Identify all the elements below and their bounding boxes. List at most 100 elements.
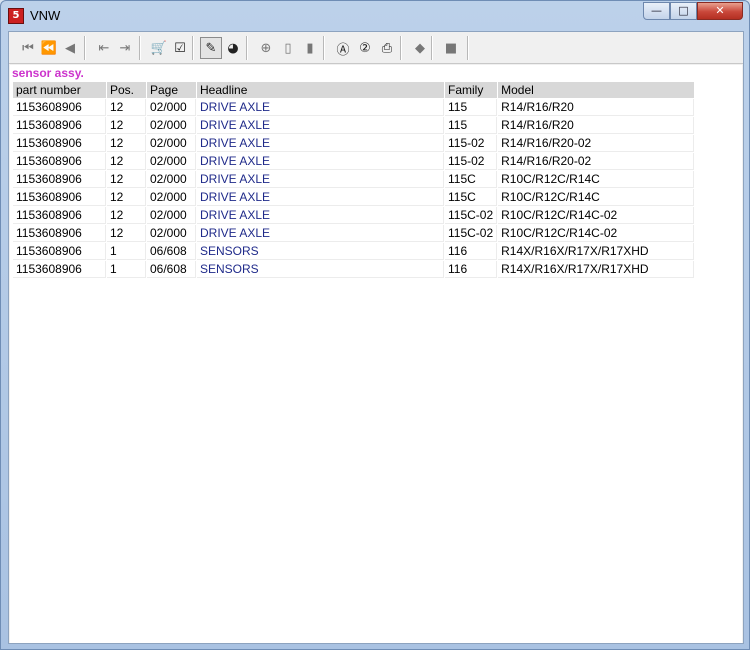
search-2-icon[interactable]: ② bbox=[354, 37, 376, 59]
table-row[interactable]: 1153608906 12 02/000 DRIVE AXLE 115C-02 R10C/… bbox=[13, 207, 695, 224]
col-headline-cell[interactable]: DRIVE AXLE bbox=[197, 117, 444, 134]
table-row[interactable]: 1153608906 12 02/000 DRIVE AXLE 115-02 R14/R1… bbox=[13, 153, 695, 170]
col-pos-cell: 1 bbox=[107, 261, 146, 278]
col-page-cell: 06/608 bbox=[147, 243, 196, 260]
col-page-cell: 02/000 bbox=[147, 99, 196, 116]
col-headline-header[interactable]: Headline bbox=[197, 82, 444, 98]
col-family-cell: 115C-02 bbox=[445, 207, 498, 224]
toolbar-separator bbox=[246, 36, 248, 60]
col-model-cell: R14/R16/R20-02 bbox=[498, 153, 695, 170]
col-headline-cell[interactable]: DRIVE AXLE bbox=[197, 135, 444, 152]
first-record-icon[interactable]: ⏮ bbox=[17, 37, 39, 59]
col-family-header[interactable]: Family bbox=[445, 82, 498, 98]
col-model-cell: R10C/R12C/R14C-02 bbox=[498, 207, 695, 224]
col-pos-cell: 1 bbox=[107, 243, 146, 260]
col-family-cell: 115-02 bbox=[445, 135, 498, 152]
col-family-cell: 115C bbox=[445, 171, 498, 188]
table-row[interactable]: 1153608906 12 02/000 DRIVE AXLE 115 R14/R16/R… bbox=[13, 99, 695, 116]
cart-icon[interactable]: 🛒 bbox=[148, 37, 170, 59]
col-page-cell: 02/000 bbox=[147, 189, 196, 206]
search-a-icon[interactable]: Ⓐ bbox=[332, 37, 354, 59]
toolbar-separator bbox=[139, 36, 141, 60]
col-part-number-cell: 1153608906 bbox=[13, 189, 106, 206]
col-model-cell: R14/R16/R20 bbox=[498, 117, 695, 134]
page-icon[interactable]: ▯ bbox=[277, 37, 299, 59]
col-family-cell: 115C-02 bbox=[445, 225, 498, 242]
col-headline-cell[interactable]: DRIVE AXLE bbox=[197, 171, 444, 188]
col-page-cell: 02/000 bbox=[147, 207, 196, 224]
close-button[interactable]: ✕ bbox=[697, 2, 743, 20]
col-headline-cell[interactable]: DRIVE AXLE bbox=[197, 99, 444, 116]
col-family-cell: 115 bbox=[445, 99, 498, 116]
table-row[interactable]: 1153608906 1 06/608 SENSORS 116 R14X/R16X/R17… bbox=[13, 243, 695, 260]
col-pos-cell: 12 bbox=[107, 117, 146, 134]
toolbar-separator bbox=[84, 36, 86, 60]
col-model-cell: R14X/R16X/R17X/R17XHD bbox=[498, 261, 695, 278]
zoom-in-icon[interactable]: ⊕ bbox=[255, 37, 277, 59]
app-icon[interactable]: 5 bbox=[8, 8, 24, 24]
table-row[interactable]: 1153608906 12 02/000 DRIVE AXLE 115C R10C/R12… bbox=[13, 189, 695, 206]
app-window: 5 VNW — □ ✕ ⏮ ⏪ ◀ ⇤ ⇥ 🛒 ☑ ✎ ◕ ⊕ ▯ ▮ Ⓐ ② ⎙ ◆ ■ sensor ass… bbox=[0, 0, 750, 650]
parts-table: part number Pos. Page Headline Family Model 1… bbox=[12, 81, 695, 279]
col-headline-cell[interactable]: SENSORS bbox=[197, 261, 444, 278]
col-model-cell: R14/R16/R20 bbox=[498, 99, 695, 116]
table-row[interactable]: 1153608906 12 02/000 DRIVE AXLE 115 R14/R16/R… bbox=[13, 117, 695, 134]
previous-record-icon[interactable]: ◀ bbox=[59, 37, 81, 59]
col-part-number-cell: 1153608906 bbox=[13, 171, 106, 188]
col-headline-cell[interactable]: SENSORS bbox=[197, 243, 444, 260]
col-page-cell: 06/608 bbox=[147, 261, 196, 278]
col-page-header[interactable]: Page bbox=[147, 82, 196, 98]
import-icon[interactable]: ⇥ bbox=[114, 37, 136, 59]
table-row[interactable]: 1153608906 12 02/000 DRIVE AXLE 115-02 R14/R1… bbox=[13, 135, 695, 152]
col-part-number-cell: 1153608906 bbox=[13, 99, 106, 116]
col-family-cell: 115-02 bbox=[445, 153, 498, 170]
title-bar[interactable]: 5 VNW — □ ✕ bbox=[1, 1, 749, 30]
previous-page-icon[interactable]: ⏪ bbox=[38, 37, 60, 59]
col-model-header[interactable]: Model bbox=[498, 82, 695, 98]
stop-icon[interactable]: ■ bbox=[440, 37, 462, 59]
minimize-button[interactable]: — bbox=[643, 2, 670, 20]
col-model-cell: R10C/R12C/R14C bbox=[498, 189, 695, 206]
table-row[interactable]: 1153608906 12 02/000 DRIVE AXLE 115C-02 R10C/… bbox=[13, 225, 695, 242]
col-pos-cell: 12 bbox=[107, 153, 146, 170]
toolbar-separator bbox=[400, 36, 402, 60]
maximize-button[interactable]: □ bbox=[670, 2, 697, 20]
col-part-number-cell: 1153608906 bbox=[13, 225, 106, 242]
checklist-icon[interactable]: ☑ bbox=[169, 37, 191, 59]
col-headline-cell[interactable]: DRIVE AXLE bbox=[197, 207, 444, 224]
col-page-cell: 02/000 bbox=[147, 117, 196, 134]
page-copy-icon[interactable]: ▮ bbox=[299, 37, 321, 59]
col-model-cell: R10C/R12C/R14C-02 bbox=[498, 225, 695, 242]
col-family-cell: 115 bbox=[445, 117, 498, 134]
col-headline-cell[interactable]: DRIVE AXLE bbox=[197, 225, 444, 242]
results-panel: sensor assy. part number Pos. Page Headline… bbox=[10, 65, 742, 643]
print-icon[interactable]: ⎙ bbox=[376, 37, 398, 59]
col-pos-header[interactable]: Pos. bbox=[107, 82, 146, 98]
bookmark-icon[interactable]: ✎ bbox=[200, 37, 222, 59]
table-header-row: part number Pos. Page Headline Family Model bbox=[13, 82, 695, 98]
toolbar-separator bbox=[192, 36, 194, 60]
col-pos-cell: 12 bbox=[107, 225, 146, 242]
col-pos-cell: 12 bbox=[107, 135, 146, 152]
col-family-cell: 115C bbox=[445, 189, 498, 206]
toolbar-separator bbox=[431, 36, 433, 60]
col-page-cell: 02/000 bbox=[147, 153, 196, 170]
col-pos-cell: 12 bbox=[107, 189, 146, 206]
col-part-number-cell: 1153608906 bbox=[13, 153, 106, 170]
toolbar-separator bbox=[467, 36, 469, 60]
table-row[interactable]: 1153608906 1 06/608 SENSORS 116 R14X/R16X/R17… bbox=[13, 261, 695, 278]
col-headline-cell[interactable]: DRIVE AXLE bbox=[197, 189, 444, 206]
col-part-number-cell: 1153608906 bbox=[13, 261, 106, 278]
col-part-number-cell: 1153608906 bbox=[13, 207, 106, 224]
table-row[interactable]: 1153608906 12 02/000 DRIVE AXLE 115C R10C/R12… bbox=[13, 171, 695, 188]
export-icon[interactable]: ⇤ bbox=[93, 37, 115, 59]
col-part-number-cell: 1153608906 bbox=[13, 135, 106, 152]
caption-buttons: — □ ✕ bbox=[643, 2, 743, 20]
globe-icon[interactable]: ◕ bbox=[222, 37, 244, 59]
toolbar-separator bbox=[323, 36, 325, 60]
erase-icon[interactable]: ◆ bbox=[409, 37, 431, 59]
col-part-number-header[interactable]: part number bbox=[13, 82, 106, 98]
col-model-cell: R14X/R16X/R17X/R17XHD bbox=[498, 243, 695, 260]
col-headline-cell[interactable]: DRIVE AXLE bbox=[197, 153, 444, 170]
toolbar: ⏮ ⏪ ◀ ⇤ ⇥ 🛒 ☑ ✎ ◕ ⊕ ▯ ▮ Ⓐ ② ⎙ ◆ ■ bbox=[9, 32, 743, 64]
